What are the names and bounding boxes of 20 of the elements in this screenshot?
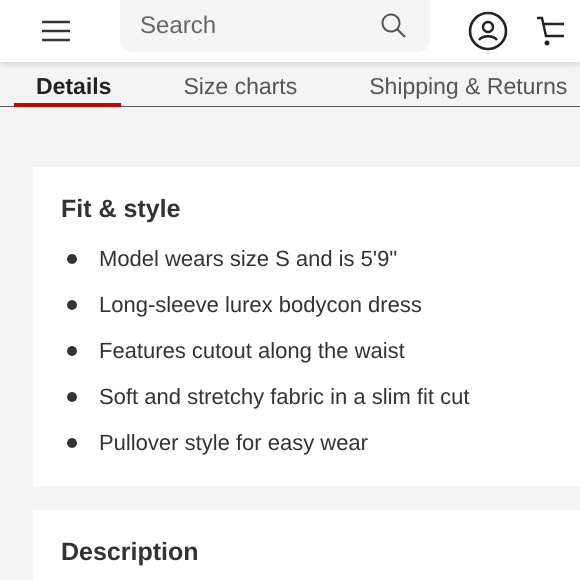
tab[interactable]: Details bbox=[14, 62, 122, 107]
bullet-text: Soft and stretchy fabric in a slim fit cut bbox=[99, 384, 470, 410]
tab[interactable]: Shipping & Returns bbox=[347, 62, 578, 107]
bullet-icon bbox=[67, 254, 77, 264]
section-title: Fit & style bbox=[61, 195, 182, 224]
bullet-icon bbox=[67, 300, 77, 310]
search-field[interactable]: Search bbox=[120, 0, 430, 52]
cart-icon[interactable] bbox=[536, 14, 566, 48]
tab[interactable]: Size charts bbox=[161, 62, 308, 107]
menu-icon[interactable] bbox=[40, 19, 72, 43]
bullet-icon bbox=[67, 392, 77, 402]
bullet-icon bbox=[67, 438, 77, 448]
bullet-text: Model wears size S and is 5'9" bbox=[99, 246, 398, 272]
bullet-text: Pullover style for easy wear bbox=[99, 430, 368, 456]
bullet-text: Long-sleeve lurex bodycon dress bbox=[99, 292, 422, 318]
section-title: Description bbox=[61, 538, 200, 567]
search-icon[interactable] bbox=[380, 12, 408, 40]
account-icon[interactable] bbox=[468, 11, 508, 51]
bullet-icon bbox=[67, 346, 77, 356]
bullet-text: Features cutout along the waist bbox=[99, 338, 405, 364]
